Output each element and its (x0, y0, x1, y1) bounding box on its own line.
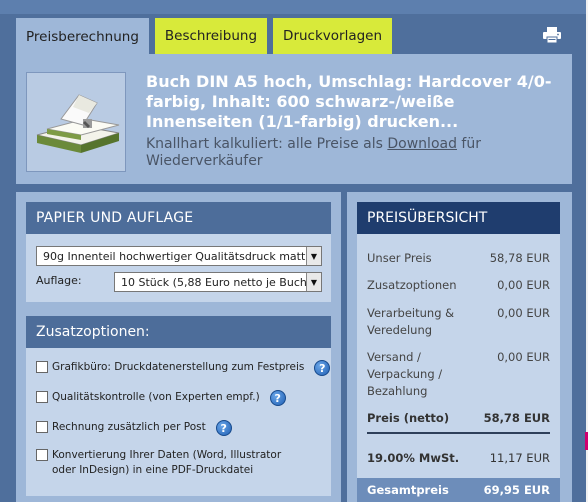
help-icon[interactable]: ? (215, 420, 232, 436)
option-grafikbuero-label: Grafikbüro: Druckdatenerstellung zum Fes… (52, 361, 305, 373)
option-qualitaetskontrolle: Qualitätskontrolle (von Experten empf.) … (36, 390, 286, 406)
price-value: 0,00 EUR (497, 278, 550, 292)
product-note: Knallhart kalkuliert: alle Preise als Do… (146, 136, 566, 170)
product-title: Buch DIN A5 hoch, Umschlag: Hardcover 4/… (146, 72, 552, 131)
price-label: Gesamtpreis (367, 483, 449, 497)
price-overview: PREISÜBERSICHT Unser Preis 58,78 EUR Zus… (357, 202, 560, 502)
left-column: PAPIER UND AUFLAGE 90g Innenteil hochwer… (16, 192, 341, 502)
print-icon[interactable] (542, 26, 562, 44)
option-qualitaetskontrolle-checkbox[interactable] (36, 391, 48, 403)
price-overview-heading: PREISÜBERSICHT (357, 202, 560, 234)
note-prefix: Knallhart kalkuliert: alle Preise als (146, 136, 388, 152)
chevron-down-icon: ▼ (306, 247, 321, 265)
auflage-label: Auflage: (36, 274, 82, 287)
price-value: 69,95 EUR (483, 483, 550, 497)
divider-band (16, 184, 572, 192)
option-grafikbuero-checkbox[interactable] (36, 361, 48, 373)
right-column: PREISÜBERSICHT Unser Preis 58,78 EUR Zus… (347, 192, 572, 502)
tab-bar: Preisberechnung Beschreibung Druckvorlag… (16, 18, 393, 56)
help-icon[interactable]: ? (314, 360, 331, 376)
tab-beschreibung[interactable]: Beschreibung (154, 18, 268, 54)
price-label: Zusatzoptionen (367, 278, 457, 292)
extras-section: Zusatzoptionen: Grafikbüro: Druckdatener… (26, 316, 331, 496)
product-panel: Buch DIN A5 hoch, Umschlag: Hardcover 4/… (16, 54, 572, 184)
price-label: 19.00% MwSt. (367, 451, 460, 465)
download-link[interactable]: Download (387, 136, 457, 152)
paper-section: PAPIER UND AUFLAGE 90g Innenteil hochwer… (26, 202, 331, 302)
price-value: 58,78 EUR (483, 411, 550, 425)
option-rechnung-post-label: Rechnung zusätzlich per Post (52, 421, 206, 433)
price-label: Preis (netto) (367, 411, 450, 425)
price-label: Verarbeitung & Veredelung (367, 306, 455, 337)
price-label: Versand / Verpackung / Bezahlung (367, 350, 443, 398)
option-rechnung-post: Rechnung zusätzlich per Post ? (36, 420, 232, 436)
price-divider (367, 432, 550, 434)
book-thumbnail (26, 72, 126, 172)
paper-select[interactable]: 90g Innenteil hochwertiger Qualitätsdruc… (36, 246, 322, 266)
option-konvertierung: Konvertierung Ihrer Daten (Word, Illustr… (36, 448, 321, 478)
paper-section-heading: PAPIER UND AUFLAGE (26, 202, 331, 234)
chevron-down-icon: ▼ (306, 273, 321, 291)
price-value: 0,00 EUR (497, 350, 550, 364)
help-icon[interactable]: ? (269, 390, 286, 406)
tab-preisberechnung[interactable]: Preisberechnung (16, 18, 149, 56)
tab-druckvorlagen[interactable]: Druckvorlagen (273, 18, 393, 54)
price-value: 0,00 EUR (497, 306, 550, 320)
option-grafikbuero: Grafikbüro: Druckdatenerstellung zum Fes… (36, 360, 331, 376)
price-value: 58,78 EUR (489, 251, 550, 265)
option-konvertierung-checkbox[interactable] (36, 449, 48, 461)
price-label: Unser Preis (367, 251, 432, 265)
price-value: 11,17 EUR (489, 451, 550, 465)
auflage-select[interactable]: 10 Stück (5,88 Euro netto je Buch) ▼ (114, 272, 322, 292)
top-strip (0, 0, 588, 14)
paper-select-value: 90g Innenteil hochwertiger Qualitätsdruc… (43, 249, 306, 263)
option-rechnung-post-checkbox[interactable] (36, 421, 48, 433)
option-qualitaetskontrolle-label: Qualitätskontrolle (von Experten empf.) (52, 391, 260, 403)
extras-heading: Zusatzoptionen: (26, 316, 331, 348)
auflage-select-value: 10 Stück (5,88 Euro netto je Buch) (121, 275, 312, 289)
option-konvertierung-label: Konvertierung Ihrer Daten (Word, Illustr… (52, 449, 282, 476)
